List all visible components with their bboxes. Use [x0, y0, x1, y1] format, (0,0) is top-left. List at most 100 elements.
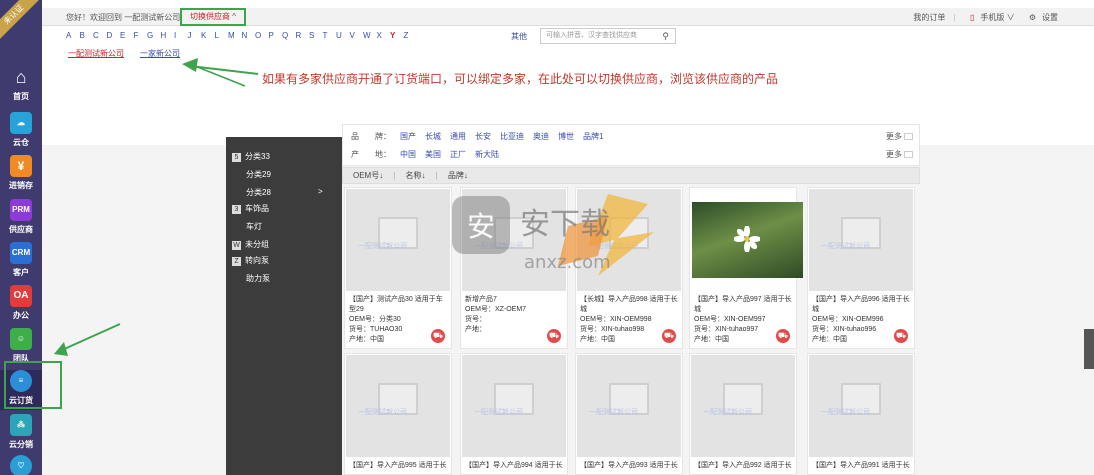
sidebar-item-more[interactable]: ♡ [0, 455, 42, 475]
sidebar-item-cloud-warehouse[interactable]: ☁ 云仓 [0, 112, 42, 152]
letter-other[interactable]: 其他 [511, 31, 527, 42]
product-title[interactable]: 【国产】导入产品996 适用于长城 [812, 295, 912, 315]
sidebar-item-customer[interactable]: CRM 客户 [0, 242, 42, 282]
category-item[interactable]: 车灯 [246, 221, 262, 232]
origin-option[interactable]: 新大陆 [475, 150, 499, 159]
letter-h[interactable]: H [161, 31, 175, 40]
product-card[interactable]: 一配测试新公司【国产】导入产品992 适用于长 [689, 353, 797, 475]
brand-option[interactable]: 品牌1 [583, 132, 603, 141]
letter-r[interactable]: R [296, 31, 310, 40]
supplier-option[interactable]: 一家新公司 [140, 48, 180, 59]
letter-o[interactable]: O [255, 31, 269, 40]
letter-d[interactable]: D [107, 31, 121, 40]
letter-y[interactable]: Y [390, 31, 404, 40]
right-edge-tab[interactable] [1084, 329, 1094, 369]
brand-option[interactable]: 国产 [400, 132, 416, 141]
sort-oem[interactable]: OEM号↓ [353, 171, 383, 180]
letter-w[interactable]: W [363, 31, 377, 40]
switch-supplier-button[interactable]: 切换供应商 ^ [180, 8, 246, 26]
letter-j[interactable]: J [188, 31, 202, 40]
product-card[interactable]: 一配测试新公司【国产】导入产品991 适用于长 [807, 353, 915, 475]
letter-b[interactable]: B [80, 31, 94, 40]
add-to-cart-icon[interactable]: ⛟ [662, 329, 676, 343]
search-icon[interactable]: ⚲ [662, 29, 669, 43]
sidebar-item-home[interactable]: ⌂ 首页 [0, 66, 42, 106]
product-image[interactable]: 一配测试新公司 [809, 189, 913, 291]
letter-u[interactable]: U [336, 31, 350, 40]
category-item[interactable]: 5 分类33 [232, 151, 270, 162]
product-image[interactable]: 一配测试新公司 [577, 355, 681, 457]
product-title[interactable]: 【国产】导入产品995 适用于长 [349, 461, 449, 471]
category-item[interactable]: 分类29 [246, 169, 271, 180]
add-to-cart-icon[interactable]: ⛟ [776, 329, 790, 343]
brand-option[interactable]: 长城 [425, 132, 441, 141]
letter-n[interactable]: N [242, 31, 256, 40]
add-to-cart-icon[interactable]: ⛟ [894, 329, 908, 343]
mobile-link[interactable]: ▯ 手机版 ∨ [964, 13, 1015, 22]
product-card[interactable]: 一配测试新公司 【国产】测试产品30 适用于车型29 OEM号：分类30 货号：TUH… [344, 187, 452, 349]
product-card[interactable]: 一配测试新公司 【国产】导入产品996 适用于长城 OEM号：XIN-OEM996 货… [807, 187, 915, 349]
sidebar-item-cloud-distribution[interactable]: ⁂ 云分销 [0, 414, 42, 454]
product-title[interactable]: 【国产】导入产品992 适用于长 [694, 461, 794, 471]
letter-z[interactable]: Z [404, 31, 418, 40]
product-title[interactable]: 【国产】导入产品991 适用于长 [812, 461, 912, 471]
sidebar-item-office[interactable]: OA 办公 [0, 285, 42, 325]
origin-option[interactable]: 正厂 [450, 150, 466, 159]
product-image[interactable]: 一配测试新公司 [691, 355, 795, 457]
letter-e[interactable]: E [120, 31, 134, 40]
brand-option[interactable]: 奥迪 [533, 132, 549, 141]
product-title[interactable]: 【国产】测试产品30 适用于车型29 [349, 295, 449, 315]
product-card[interactable]: 一配测试新公司【国产】导入产品994 适用于长 [460, 353, 568, 475]
brand-option[interactable]: 比亚迪 [500, 132, 524, 141]
letter-p[interactable]: P [269, 31, 283, 40]
brand-option[interactable]: 长安 [475, 132, 491, 141]
product-image[interactable]: 一配测试新公司 [346, 355, 450, 457]
brand-option[interactable]: 博世 [558, 132, 574, 141]
category-item[interactable]: 3 车饰品 [232, 203, 269, 214]
add-to-cart-icon[interactable]: ⛟ [431, 329, 445, 343]
sidebar-item-inventory[interactable]: ¥ 进销存 [0, 155, 42, 195]
product-card[interactable]: 一配测试新公司【国产】导入产品993 适用于长 [575, 353, 683, 475]
brand-more-button[interactable]: 更多 [886, 131, 913, 142]
sort-brand[interactable]: 品牌↓ [448, 171, 468, 180]
category-item[interactable]: 助力泵 [246, 273, 270, 284]
letter-a[interactable]: A [66, 31, 80, 40]
supplier-option[interactable]: 一配测试新公司 [68, 48, 124, 59]
origin-option[interactable]: 中国 [400, 150, 416, 159]
product-title[interactable]: 【国产】导入产品997 适用于长城 [694, 295, 794, 315]
product-card[interactable]: 一配测试新公司【国产】导入产品995 适用于长 [344, 353, 452, 475]
letter-l[interactable]: L [215, 31, 229, 40]
letter-k[interactable]: K [201, 31, 215, 40]
product-image[interactable]: 一配测试新公司 [346, 189, 450, 291]
category-item[interactable]: W 未分组 [232, 239, 269, 250]
sort-name[interactable]: 名称↓ [406, 171, 426, 180]
my-orders-link[interactable]: 我的订单 [913, 13, 945, 22]
product-image[interactable]: 一配测试新公司 [809, 355, 913, 457]
product-title[interactable]: 【国产】导入产品994 适用于长 [465, 461, 565, 471]
category-item[interactable]: 分类28 [246, 187, 271, 198]
letter-m[interactable]: M [228, 31, 242, 40]
letter-s[interactable]: S [309, 31, 323, 40]
product-card[interactable]: 【国产】导入产品997 适用于长城 OEM号：XIN-OEM997 货号：XIN-t… [689, 187, 803, 349]
origin-option[interactable]: 美国 [425, 150, 441, 159]
product-title[interactable]: 【国产】导入产品993 适用于长 [580, 461, 680, 471]
letter-x[interactable]: X [377, 31, 391, 40]
letter-i[interactable]: I [174, 31, 188, 40]
product-title[interactable]: 【长城】导入产品998 适用于长城 [580, 295, 680, 315]
letter-c[interactable]: C [93, 31, 107, 40]
product-image[interactable]: 一配测试新公司 [462, 355, 566, 457]
origin-more-button[interactable]: 更多 [886, 149, 913, 160]
category-item[interactable]: Z 转向泵 [232, 255, 269, 266]
product-image[interactable] [691, 189, 803, 291]
letter-g[interactable]: G [147, 31, 161, 40]
brand-option[interactable]: 通用 [450, 132, 466, 141]
letter-f[interactable]: F [134, 31, 148, 40]
letter-v[interactable]: V [350, 31, 364, 40]
supplier-search-input[interactable]: 可输入拼音、汉字查找供应商 ⚲ [540, 28, 676, 44]
sidebar-item-supplier[interactable]: PRM 供应商 [0, 199, 42, 239]
product-title[interactable]: 新增产品7 [465, 295, 565, 305]
letter-q[interactable]: Q [282, 31, 296, 40]
add-to-cart-icon[interactable]: ⛟ [547, 329, 561, 343]
settings-link[interactable]: ⚙ 设置 [1023, 13, 1058, 22]
letter-t[interactable]: T [323, 31, 337, 40]
